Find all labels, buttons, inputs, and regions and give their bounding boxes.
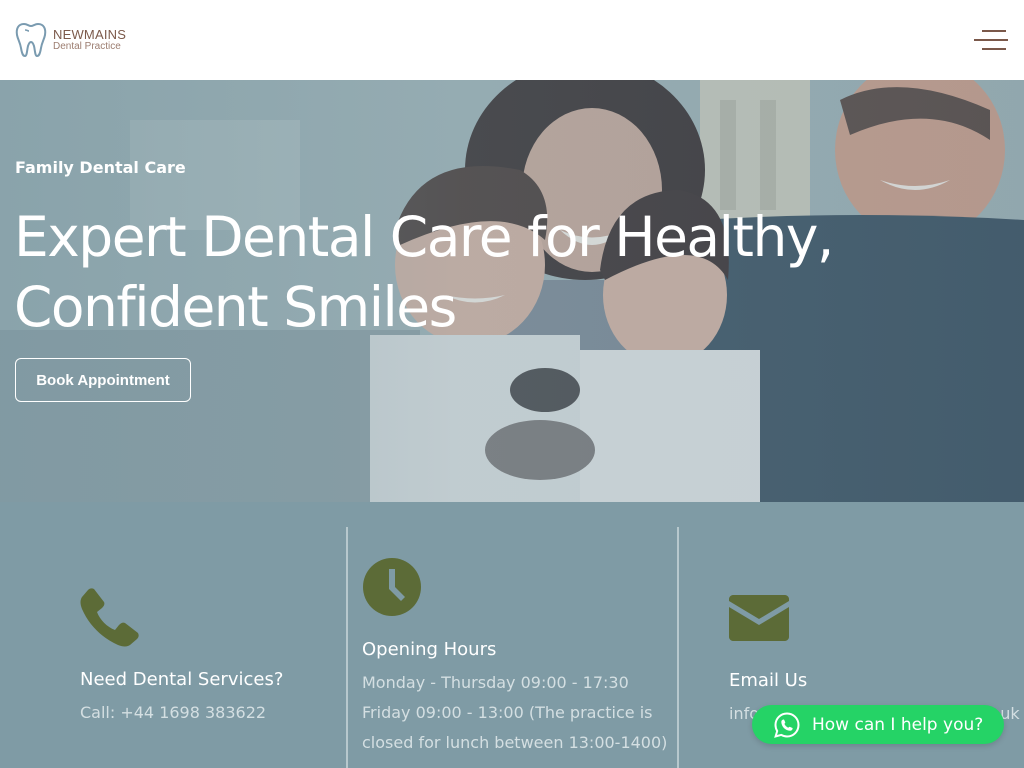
whatsapp-chat-button[interactable]: How can I help you?	[752, 705, 1004, 744]
whatsapp-label: How can I help you?	[812, 714, 984, 735]
book-appointment-button[interactable]: Book Appointment	[15, 358, 191, 402]
hero-title: Expert Dental Care for Healthy, Confiden…	[14, 205, 834, 339]
site-header: NEWMAINS Dental Practice	[0, 0, 1024, 80]
contact-phone[interactable]: Call: +44 1698 383622	[80, 698, 283, 728]
contact-title: Need Dental Services?	[80, 669, 284, 690]
logo-name: NEWMAINS	[53, 27, 127, 42]
hours-weekdays: Monday - Thursday 09:00 - 17:30	[362, 673, 629, 692]
site-logo[interactable]: NEWMAINS Dental Practice	[15, 22, 126, 58]
hours-title: Opening Hours	[362, 639, 497, 660]
whatsapp-icon	[774, 711, 800, 738]
tooth-icon	[15, 22, 47, 58]
hamburger-menu-icon[interactable]	[972, 28, 1010, 52]
phone-icon	[80, 587, 283, 651]
column-divider	[346, 527, 348, 768]
logo-subtitle: Dental Practice	[53, 41, 121, 52]
column-divider	[677, 527, 679, 768]
clock-icon	[362, 557, 672, 621]
contact-column: Need Dental Services? Call: +44 1698 383…	[80, 587, 283, 728]
hours-column: Opening Hours Monday - Thursday 09:00 - …	[362, 557, 672, 758]
hours-friday: Friday 09:00 - 13:00 (The practice is cl…	[362, 703, 668, 752]
email-title: Email Us	[729, 670, 808, 691]
hero-section: Family Dental Care Expert Dental Care fo…	[0, 80, 1024, 502]
envelope-icon	[729, 595, 989, 645]
hero-eyebrow: Family Dental Care	[15, 158, 186, 177]
